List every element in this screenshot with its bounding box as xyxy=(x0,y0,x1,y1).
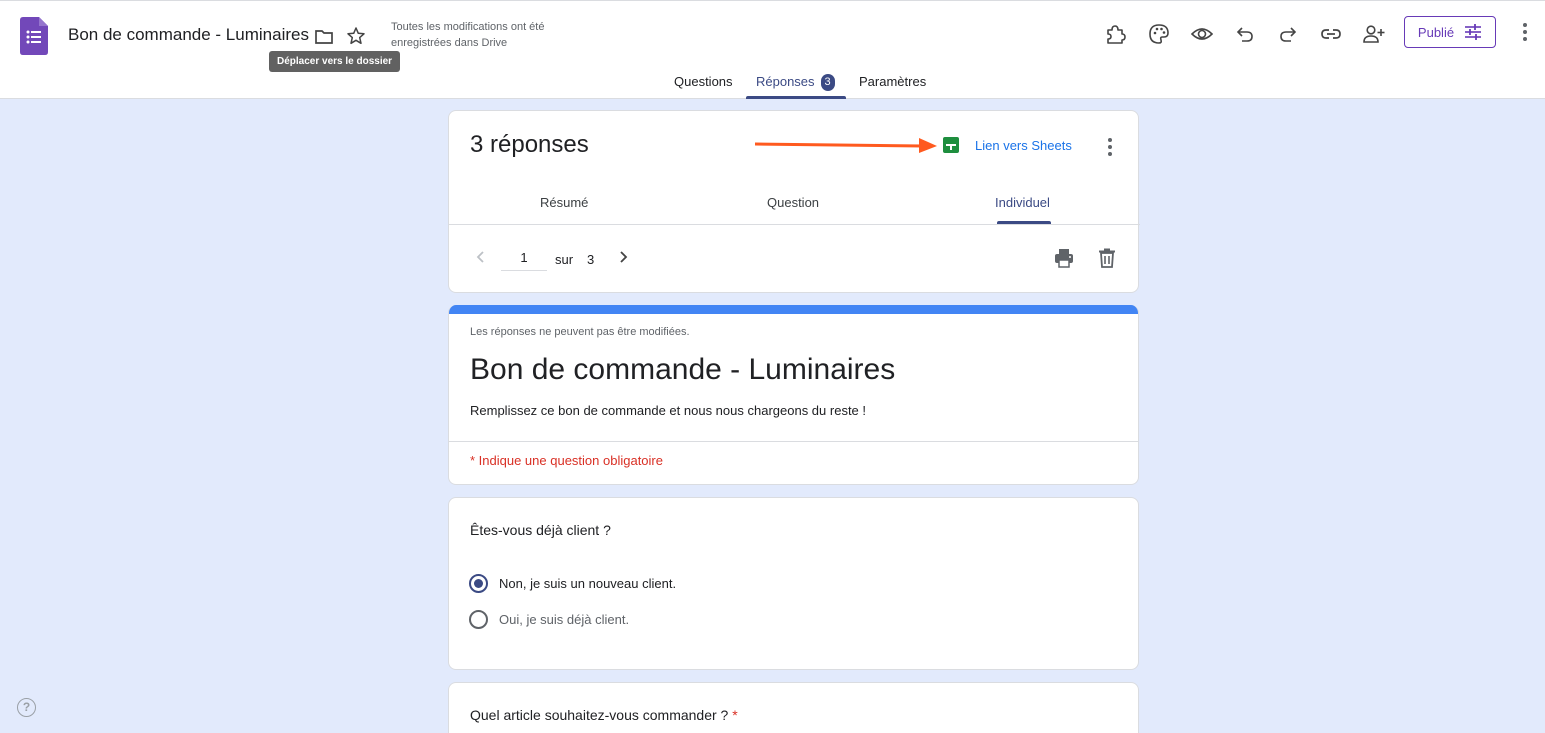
move-to-folder-icon[interactable] xyxy=(312,25,336,49)
print-icon[interactable] xyxy=(1053,247,1075,274)
subtab-individual[interactable]: Individuel xyxy=(995,195,1050,210)
radio-option-label: Non, je suis un nouveau client. xyxy=(499,576,677,591)
undo-icon[interactable] xyxy=(1233,22,1257,46)
star-icon[interactable] xyxy=(344,24,368,48)
tab-settings[interactable]: Paramètres xyxy=(859,74,926,89)
subtab-question[interactable]: Question xyxy=(767,195,819,210)
radio-checked-icon xyxy=(469,574,488,593)
redo-icon[interactable] xyxy=(1276,22,1300,46)
radio-option-existing-client[interactable]: Oui, je suis déjà client. xyxy=(469,610,629,629)
document-title[interactable]: Bon de commande - Luminaires xyxy=(68,25,309,45)
radio-option-new-client[interactable]: Non, je suis un nouveau client. xyxy=(469,574,676,593)
responses-count-badge: 3 xyxy=(820,74,835,91)
link-icon[interactable] xyxy=(1319,22,1343,46)
responses-subtabs: Résumé Question Individuel xyxy=(449,179,1140,225)
active-subtab-indicator xyxy=(997,221,1051,224)
form-accent-bar xyxy=(449,305,1138,314)
question-card-article: Quel article souhaitez-vous commander ? … xyxy=(448,682,1139,733)
subtab-summary[interactable]: Résumé xyxy=(540,195,588,210)
divider xyxy=(449,441,1138,442)
addon-puzzle-icon[interactable] xyxy=(1103,22,1127,46)
radio-unchecked-icon xyxy=(469,610,488,629)
form-title: Bon de commande - Luminaires xyxy=(470,353,896,386)
question-title: Êtes-vous déjà client ? xyxy=(470,522,611,538)
read-only-note: Les réponses ne peuvent pas être modifié… xyxy=(470,326,690,338)
response-index-input[interactable] xyxy=(501,245,547,271)
required-question-note: * Indique une question obligatoire xyxy=(470,453,663,468)
link-to-sheets-button[interactable]: Lien vers Sheets xyxy=(943,137,1072,153)
responses-summary-card: 3 réponses Lien vers Sheets Résumé Quest… xyxy=(448,110,1140,293)
question-card-existing-client: Êtes-vous déjà client ? Non, je suis un … xyxy=(448,497,1139,670)
help-icon[interactable]: ? xyxy=(17,698,36,717)
add-collaborator-icon[interactable] xyxy=(1362,22,1386,46)
question-title: Quel article souhaitez-vous commander ? … xyxy=(470,707,738,723)
preview-eye-icon[interactable] xyxy=(1190,22,1214,46)
tab-responses[interactable]: Réponses 3 xyxy=(756,74,835,91)
active-tab-indicator xyxy=(746,96,846,99)
chevron-left-icon[interactable] xyxy=(473,249,489,270)
responses-more-icon[interactable] xyxy=(1100,137,1120,157)
link-to-sheets-label: Lien vers Sheets xyxy=(975,137,1072,153)
publish-settings-icon xyxy=(1465,24,1482,40)
form-description: Remplissez ce bon de commande et nous no… xyxy=(470,403,867,418)
pager-of-label: sur xyxy=(555,252,574,267)
google-forms-logo-icon[interactable] xyxy=(20,17,48,55)
response-pager: sur 3 xyxy=(449,225,1140,293)
more-options-icon[interactable] xyxy=(1515,22,1535,42)
tab-questions[interactable]: Questions xyxy=(674,74,733,89)
orange-arrow-annotation xyxy=(755,138,937,153)
publish-button[interactable]: Publié xyxy=(1404,16,1496,48)
pager-total: 3 xyxy=(587,252,595,267)
responses-count-heading: 3 réponses xyxy=(470,131,589,158)
form-header-card: Les réponses ne peuvent pas être modifié… xyxy=(448,305,1139,485)
palette-icon[interactable] xyxy=(1147,22,1171,46)
publish-label: Publié xyxy=(1417,24,1455,40)
required-asterisk: * xyxy=(732,707,738,723)
sheets-icon xyxy=(943,137,959,153)
chevron-right-icon[interactable] xyxy=(615,249,631,270)
save-status: Toutes les modifications ont été enregis… xyxy=(391,21,545,49)
app-header: Bon de commande - Luminaires Toutes les … xyxy=(0,3,1545,99)
delete-trash-icon[interactable] xyxy=(1097,247,1117,274)
tab-responses-label: Réponses xyxy=(756,74,815,89)
radio-option-label: Oui, je suis déjà client. xyxy=(499,612,630,627)
question-title-text: Quel article souhaitez-vous commander ? xyxy=(470,707,729,723)
main-tabs: Questions Réponses 3 Paramètres xyxy=(0,67,1545,99)
